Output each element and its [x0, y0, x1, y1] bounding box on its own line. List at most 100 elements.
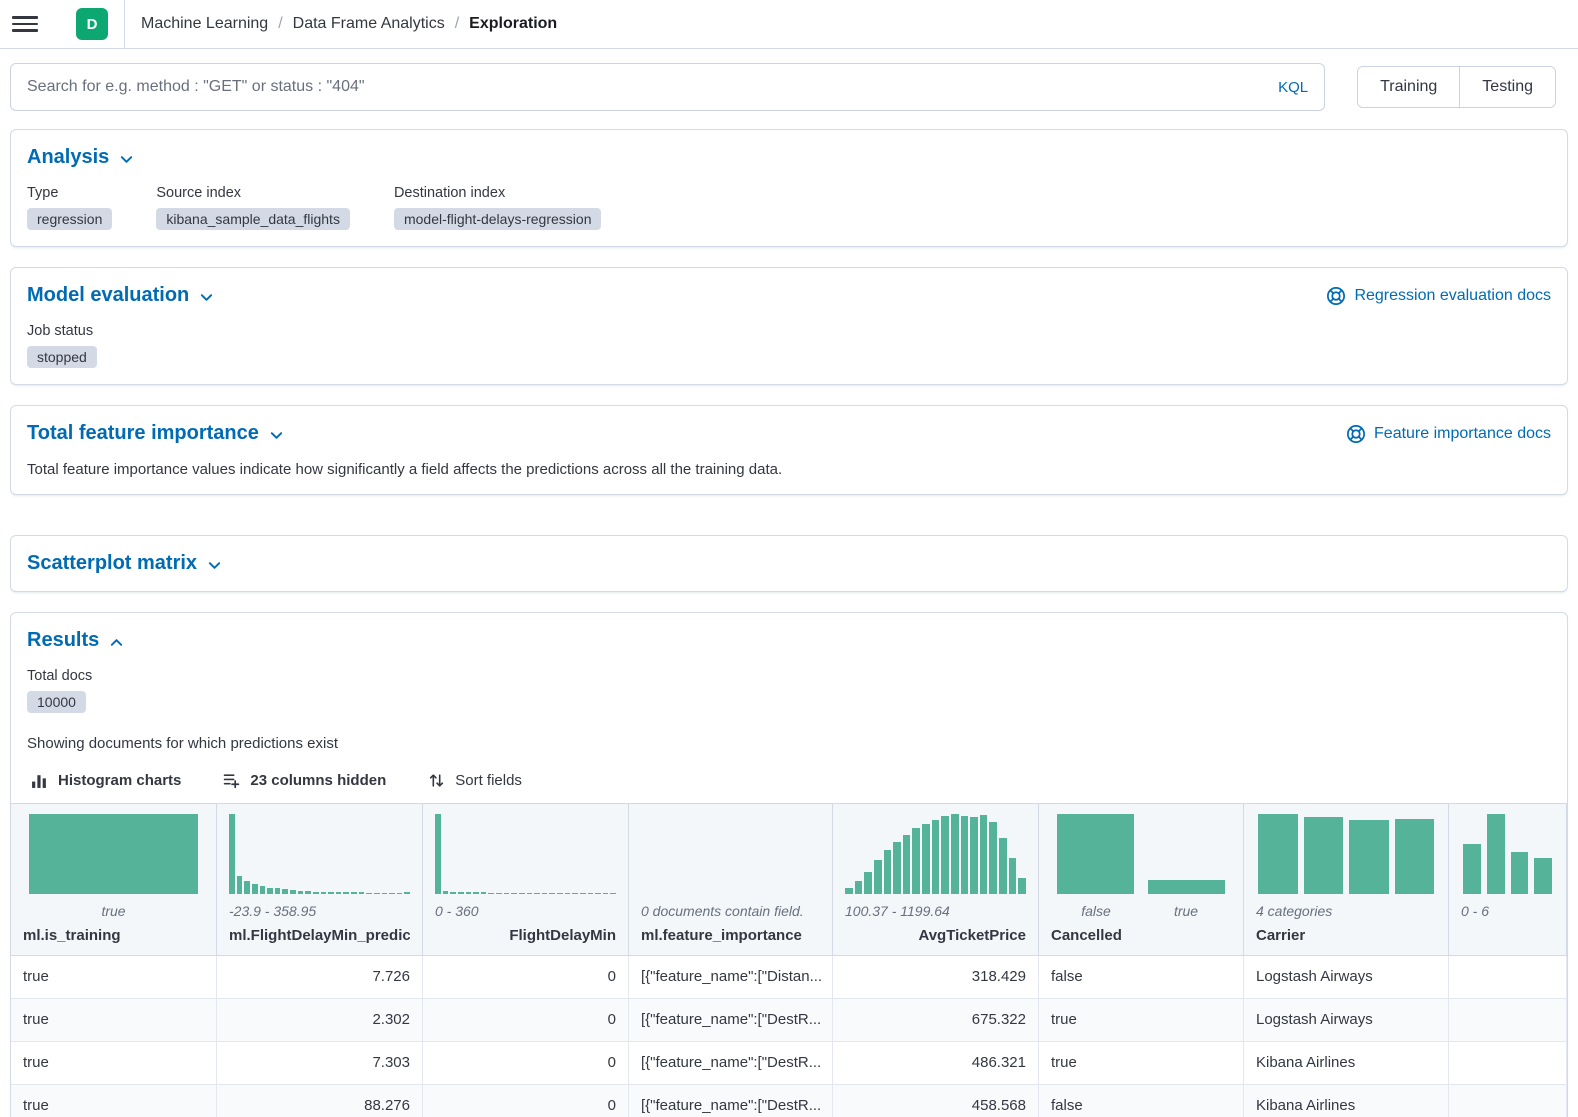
grid-cell[interactable]: 318.429: [833, 956, 1039, 998]
column-range-label: -23.9 - 358.95: [229, 903, 410, 920]
analysis-title: Analysis: [27, 146, 109, 169]
column-name[interactable]: [1461, 927, 1554, 945]
histogram-bar: [305, 891, 311, 894]
scatterplot-matrix-accordion-toggle[interactable]: Scatterplot matrix: [27, 552, 222, 575]
top-navigation-bar: D Machine Learning/Data Frame Analytics/…: [0, 0, 1578, 49]
feature-importance-description: Total feature importance values indicate…: [27, 461, 1551, 478]
grid-cell[interactable]: true: [11, 999, 217, 1041]
grid-cell[interactable]: true: [1039, 1042, 1244, 1084]
column-name[interactable]: Carrier: [1256, 927, 1436, 945]
histogram-bar: [397, 893, 403, 894]
grid-cell[interactable]: false: [1039, 956, 1244, 998]
histogram-bar: [229, 814, 235, 894]
column-header[interactable]: 100.37 - 1199.64AvgTicketPrice: [833, 804, 1039, 955]
grid-cell[interactable]: [{"feature_name":["Distan...: [629, 956, 833, 998]
chevron-down-icon: [269, 428, 284, 443]
training-button[interactable]: Training: [1358, 67, 1459, 107]
job-status-field: Job status stopped: [27, 323, 1551, 368]
column-header[interactable]: falsetrueCancelled: [1039, 804, 1244, 955]
grid-cell[interactable]: 88.276: [217, 1085, 423, 1117]
grid-cell[interactable]: Logstash Airways: [1244, 999, 1449, 1041]
grid-cell[interactable]: 0: [423, 1085, 629, 1117]
column-header[interactable]: -23.9 - 358.95 ml.FlightDelayMin_predicti: [217, 804, 423, 955]
histogram-bar: [572, 893, 578, 894]
histogram-bar: [542, 893, 548, 894]
grid-cell[interactable]: 0: [423, 1042, 629, 1084]
column-header[interactable]: 0 - 360FlightDelayMin: [423, 804, 629, 955]
grid-cell[interactable]: 7.726: [217, 956, 423, 998]
grid-body: true7.7260[{"feature_name":["Distan...31…: [11, 956, 1567, 1117]
column-name[interactable]: Cancelled: [1051, 927, 1231, 945]
total-feature-importance-accordion-toggle[interactable]: Total feature importance: [27, 422, 284, 445]
kql-button[interactable]: KQL: [1266, 79, 1308, 96]
sort-icon: [428, 772, 445, 789]
grid-cell[interactable]: 7.303: [217, 1042, 423, 1084]
column-name[interactable]: ml.is_training: [23, 927, 204, 945]
testing-button[interactable]: Testing: [1459, 67, 1555, 107]
histogram-bar: [343, 892, 349, 894]
histogram-bar: [864, 872, 872, 894]
column-histogram: [641, 814, 820, 894]
total-feature-importance-title: Total feature importance: [27, 422, 259, 445]
grid-cell[interactable]: true: [11, 956, 217, 998]
analysis-accordion-toggle[interactable]: Analysis: [27, 146, 134, 169]
breadcrumb-item[interactable]: Data Frame Analytics: [293, 15, 445, 33]
grid-cell[interactable]: [1449, 956, 1567, 998]
grid-cell[interactable]: 675.322: [833, 999, 1039, 1041]
sort-fields-button[interactable]: Sort fields: [428, 772, 522, 789]
docs-link-label: Feature importance docs: [1374, 425, 1551, 443]
results-title: Results: [27, 629, 99, 652]
grid-cell[interactable]: [{"feature_name":["DestR...: [629, 1042, 833, 1084]
space-avatar[interactable]: D: [76, 8, 108, 40]
model-evaluation-accordion-toggle[interactable]: Model evaluation: [27, 284, 214, 307]
regression-evaluation-docs-link[interactable]: Regression evaluation docs: [1326, 286, 1551, 306]
grid-cell[interactable]: 458.568: [833, 1085, 1039, 1117]
grid-cell[interactable]: true: [11, 1085, 217, 1117]
grid-cell[interactable]: [1449, 1042, 1567, 1084]
grid-cell[interactable]: 0: [423, 999, 629, 1041]
histogram-charts-button[interactable]: Histogram charts: [31, 772, 181, 789]
chevron-down-icon: [119, 152, 134, 167]
histogram-bar: [549, 893, 555, 894]
column-header[interactable]: 4 categoriesCarrier: [1244, 804, 1449, 955]
column-histogram: [229, 814, 410, 894]
grid-cell[interactable]: [{"feature_name":["DestR...: [629, 1085, 833, 1117]
column-name[interactable]: ml.feature_importance: [641, 927, 820, 945]
grid-cell[interactable]: [1449, 1085, 1567, 1117]
grid-cell[interactable]: 2.302: [217, 999, 423, 1041]
job-status-label: Job status: [27, 323, 1551, 339]
grid-cell[interactable]: Logstash Airways: [1244, 956, 1449, 998]
grid-cell[interactable]: 486.321: [833, 1042, 1039, 1084]
histogram-bar: [473, 892, 479, 894]
training-testing-toggle: Training Testing: [1357, 66, 1556, 108]
breadcrumb-item[interactable]: Machine Learning: [141, 15, 268, 33]
column-name[interactable]: FlightDelayMin: [435, 927, 616, 945]
grid-cell[interactable]: Kibana Airlines: [1244, 1085, 1449, 1117]
chevron-up-icon: [109, 635, 124, 650]
grid-cell[interactable]: Kibana Airlines: [1244, 1042, 1449, 1084]
column-header[interactable]: 0 - 6: [1449, 804, 1567, 955]
search-row: KQL Training Testing: [0, 49, 1578, 111]
total-docs-badge: 10000: [27, 691, 86, 713]
histogram-bar: [951, 814, 959, 894]
grid-cell[interactable]: true: [11, 1042, 217, 1084]
menu-icon[interactable]: [12, 12, 38, 36]
grid-cell[interactable]: false: [1039, 1085, 1244, 1117]
histogram-bar: [435, 814, 441, 894]
column-header[interactable]: trueml.is_training: [11, 804, 217, 955]
histogram-bar: [466, 892, 472, 894]
grid-cell[interactable]: [{"feature_name":["DestR...: [629, 999, 833, 1041]
columns-hidden-button[interactable]: 23 columns hidden: [223, 772, 386, 789]
grid-cell[interactable]: true: [1039, 999, 1244, 1041]
grid-cell[interactable]: 0: [423, 956, 629, 998]
histogram-bar: [884, 850, 892, 894]
feature-importance-docs-link[interactable]: Feature importance docs: [1346, 424, 1551, 444]
histogram-bar: [389, 893, 395, 894]
histogram-bar: [359, 892, 365, 894]
column-name[interactable]: AvgTicketPrice: [845, 927, 1026, 945]
search-input[interactable]: [27, 78, 1266, 96]
column-name[interactable]: ml.FlightDelayMin_predicti: [229, 927, 410, 945]
results-accordion-toggle[interactable]: Results: [27, 629, 124, 652]
column-header[interactable]: 0 documents contain field.ml.feature_imp…: [629, 804, 833, 955]
grid-cell[interactable]: [1449, 999, 1567, 1041]
